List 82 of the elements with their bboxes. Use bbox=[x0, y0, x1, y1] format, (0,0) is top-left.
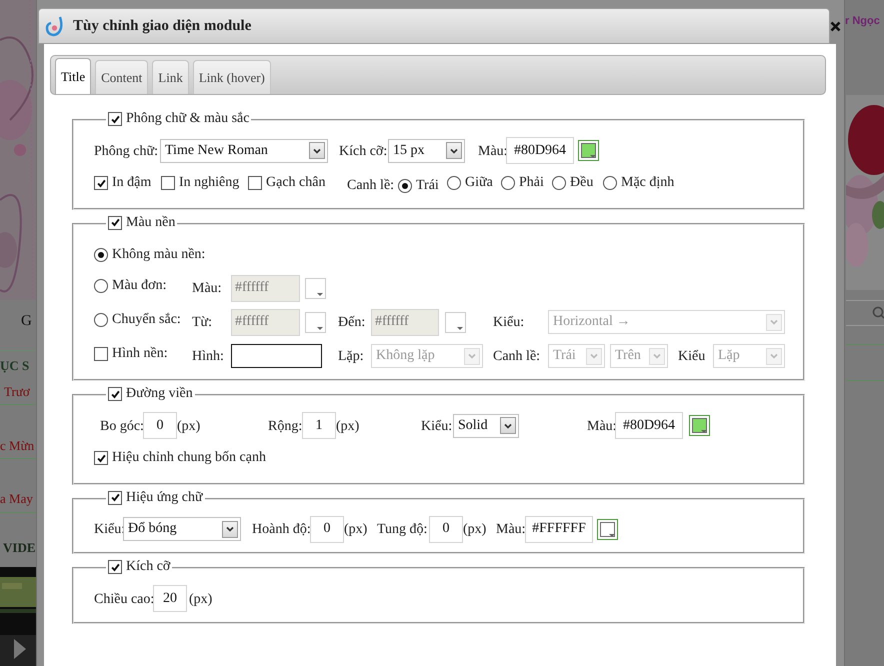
field-label: Hoành độ: bbox=[252, 522, 311, 537]
field-label: (px) bbox=[189, 592, 212, 606]
field-label: Từ: bbox=[192, 315, 212, 330]
dropdown[interactable]: Solid bbox=[453, 414, 519, 438]
checkbox[interactable]: Màu nền bbox=[108, 214, 176, 230]
field-label: Lặp: bbox=[338, 349, 364, 364]
field-label: (px) bbox=[177, 418, 200, 434]
checkmark-icon bbox=[110, 388, 120, 400]
radio-button[interactable]: Đều bbox=[552, 174, 594, 190]
checkmark-icon bbox=[96, 452, 106, 464]
chevron-down-icon bbox=[467, 351, 477, 361]
color-picker-button[interactable] bbox=[689, 415, 710, 436]
text-field[interactable]: 20 bbox=[153, 585, 187, 612]
dropdown[interactable]: Đổ bóng bbox=[123, 517, 241, 541]
field-label: Kích cỡ: bbox=[339, 144, 388, 158]
checkbox[interactable]: Đường viền bbox=[108, 386, 193, 402]
checkbox[interactable]: Kích cỡ bbox=[108, 559, 170, 575]
text-field[interactable]: 0 bbox=[429, 516, 463, 542]
field-label: Kiểu: bbox=[94, 522, 126, 537]
section-heading: ỤC S bbox=[0, 358, 30, 374]
text-field[interactable]: #FFFFFF bbox=[525, 516, 593, 542]
text-field[interactable]: 0 bbox=[310, 516, 344, 542]
radio-button[interactable]: Chuyển sắc: bbox=[94, 312, 181, 328]
checkmark-icon bbox=[110, 492, 120, 503]
field-label: Rộng: bbox=[268, 418, 302, 434]
chevron-down-icon bbox=[225, 524, 235, 534]
radio-button[interactable]: Giữa bbox=[447, 174, 493, 190]
page-text: G bbox=[21, 313, 32, 330]
field-label: Màu: bbox=[192, 281, 222, 296]
color-picker-button[interactable] bbox=[597, 518, 618, 540]
field-label: (px) bbox=[336, 418, 360, 434]
checkbox[interactable]: Hiệu ứng chữ bbox=[108, 490, 203, 506]
checkmark-icon bbox=[110, 562, 120, 572]
field-label: Màu: bbox=[496, 522, 526, 537]
dropdown[interactable]: Time New Roman bbox=[160, 138, 328, 162]
radio-button[interactable]: Mặc định bbox=[603, 174, 674, 190]
text-field[interactable] bbox=[231, 344, 322, 368]
dropdown[interactable]: 15 px bbox=[388, 138, 465, 162]
radio-button[interactable]: Phải bbox=[501, 174, 544, 190]
checkbox[interactable]: Hình nền: bbox=[94, 346, 168, 362]
field-label: Hình: bbox=[192, 349, 224, 364]
text-field[interactable]: 0 bbox=[143, 412, 177, 439]
radio-button[interactable]: Không màu nền: bbox=[94, 247, 206, 263]
field-label: Canh lề: bbox=[493, 349, 540, 364]
checkbox[interactable]: In đậm bbox=[94, 175, 152, 192]
field-label: Chiều cao: bbox=[94, 592, 154, 606]
checkmark-icon bbox=[110, 114, 120, 124]
field-label: Màu: bbox=[587, 418, 617, 434]
chevron-down-icon bbox=[652, 351, 662, 361]
tab[interactable]: Link (hover) bbox=[192, 60, 271, 94]
field-label: Kiểu bbox=[678, 349, 706, 364]
close-icon[interactable] bbox=[830, 20, 841, 32]
tab[interactable]: Content bbox=[95, 60, 148, 94]
text-field[interactable]: #80D964 bbox=[506, 137, 574, 164]
checkbox[interactable]: Phông chữ & màu sắc bbox=[108, 111, 250, 127]
tab[interactable]: Link bbox=[152, 60, 189, 94]
field-label: Tung độ: bbox=[377, 522, 428, 537]
color-picker-button[interactable] bbox=[578, 140, 599, 161]
tab[interactable]: Title bbox=[55, 58, 92, 94]
checkbox[interactable]: In nghiêng bbox=[161, 174, 240, 190]
section-heading: VIDE bbox=[3, 540, 36, 556]
chevron-down-icon bbox=[589, 351, 599, 361]
field-label: Kiểu: bbox=[421, 418, 452, 434]
field-label: (px) bbox=[344, 522, 368, 537]
chevron-down-icon bbox=[769, 317, 779, 327]
checkmark-icon bbox=[110, 217, 120, 228]
radio-button[interactable]: Màu đơn: bbox=[94, 278, 166, 294]
checkbox[interactable]: Hiệu chỉnh chung bốn cạnh bbox=[94, 450, 266, 466]
checkbox[interactable]: Gạch chân bbox=[248, 174, 326, 190]
field-label: Bo góc: bbox=[100, 418, 144, 434]
field-label: Màu: bbox=[478, 144, 508, 158]
field-label: (px) bbox=[463, 522, 486, 537]
radio-button[interactable]: Trái bbox=[398, 178, 439, 194]
dialog-title: Tùy chỉnh giao diện module bbox=[73, 18, 252, 34]
field-label: Đến: bbox=[338, 315, 366, 330]
text-field[interactable]: 1 bbox=[302, 412, 336, 439]
field-label: Phông chữ: bbox=[94, 144, 158, 158]
field-label: Canh lề: bbox=[347, 178, 394, 192]
text-field[interactable]: #80D964 bbox=[615, 412, 683, 439]
chevron-down-icon bbox=[769, 351, 779, 361]
field-label: Kiểu: bbox=[493, 315, 524, 330]
checkmark-icon bbox=[96, 178, 106, 189]
